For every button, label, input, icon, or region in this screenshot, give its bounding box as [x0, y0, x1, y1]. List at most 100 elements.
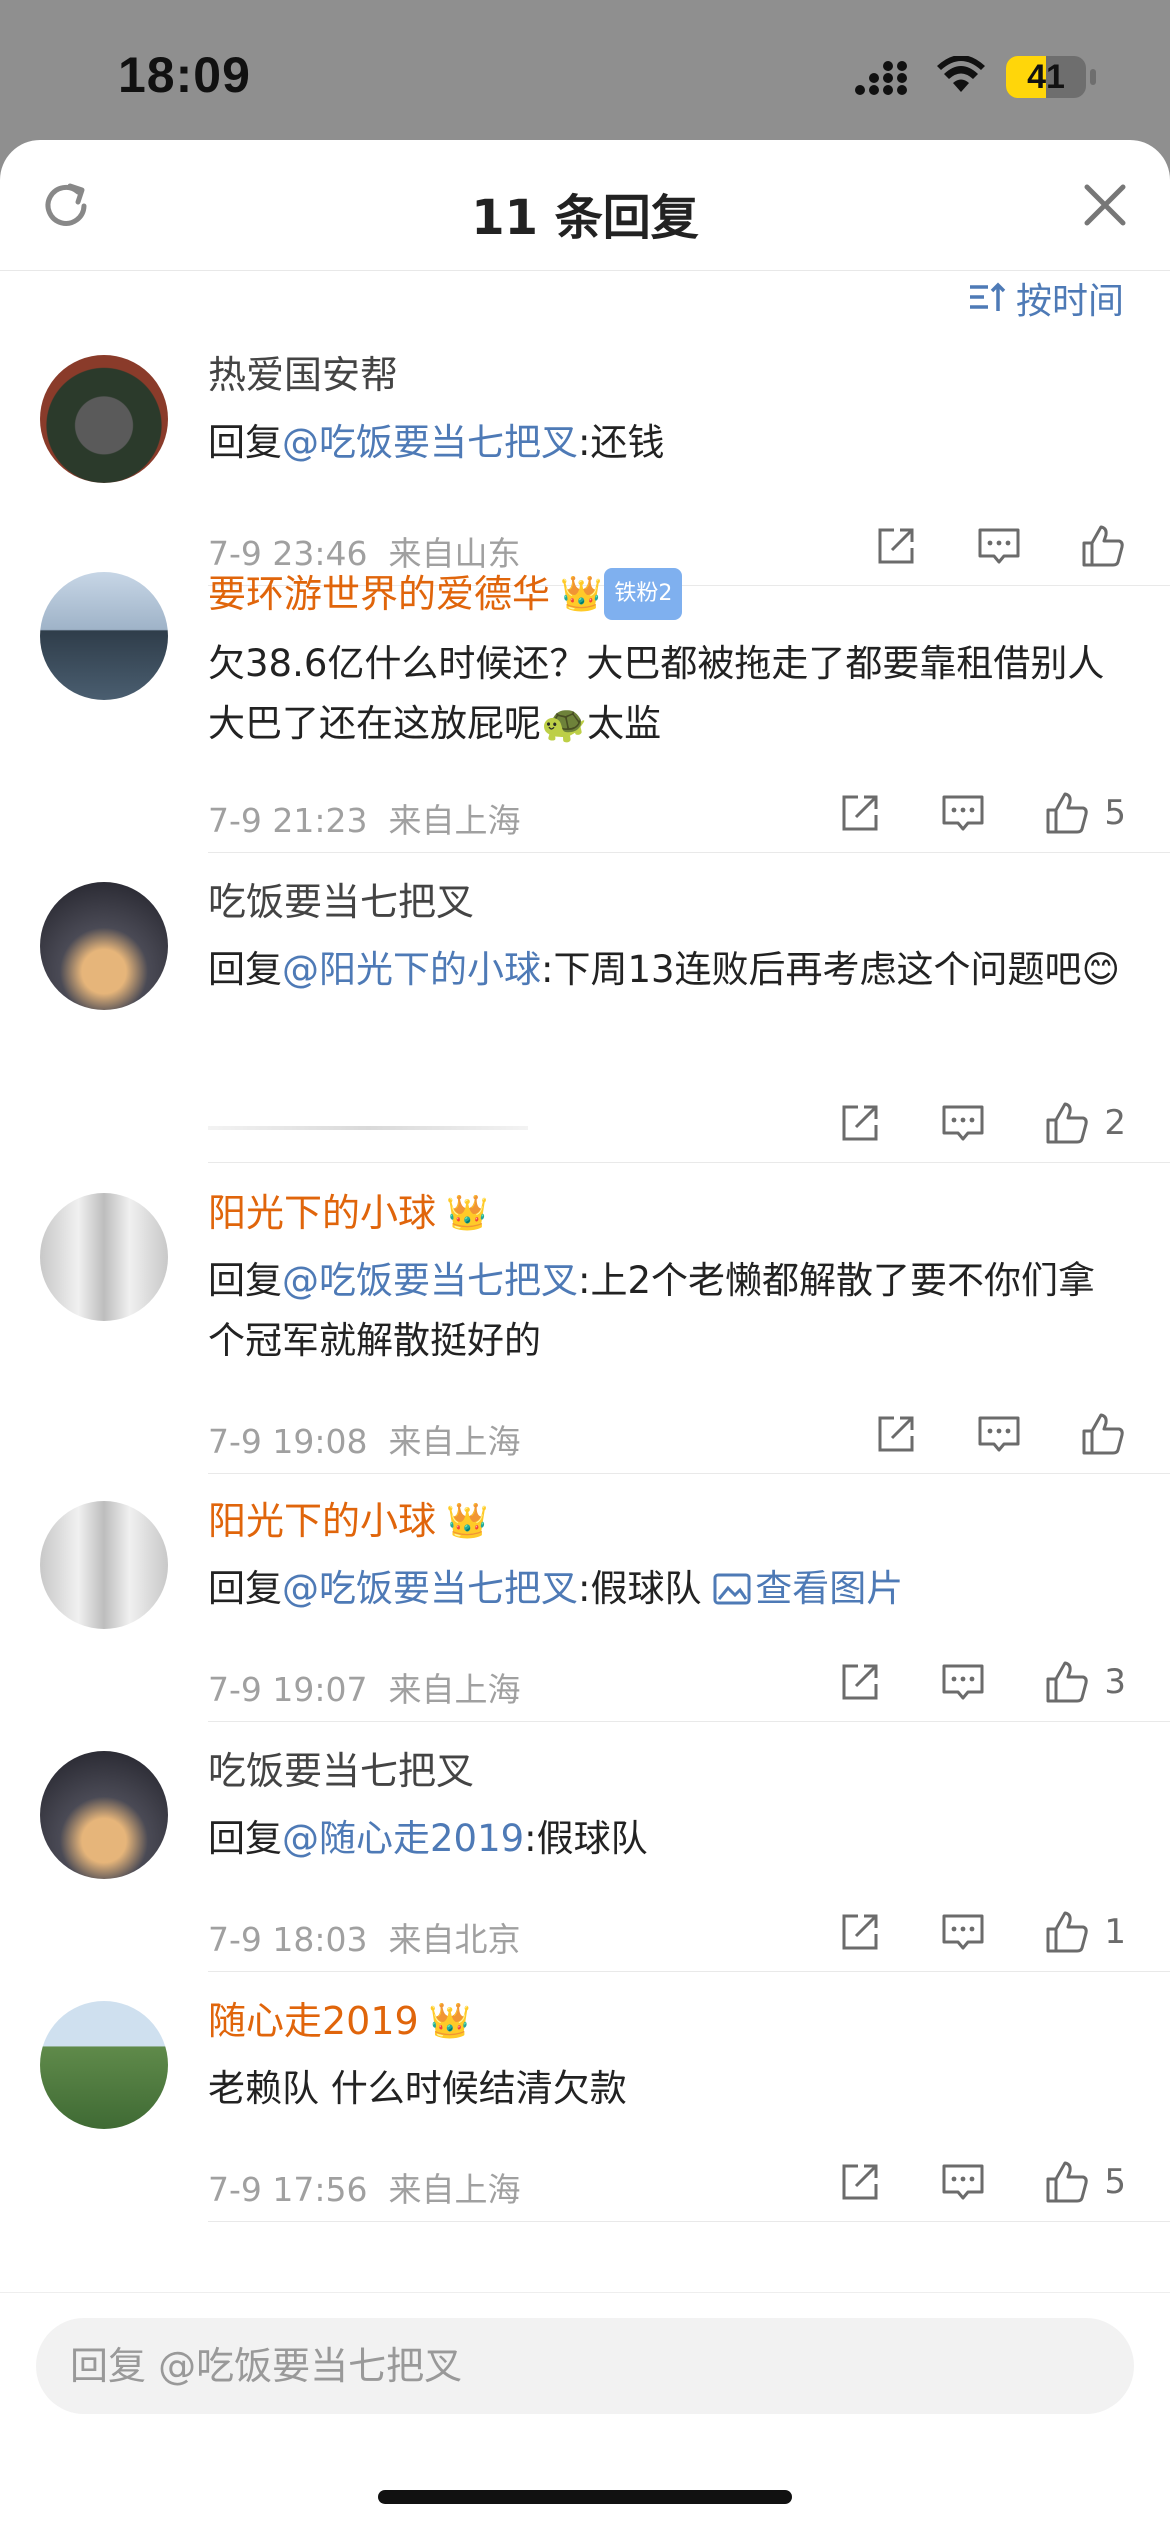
like-button[interactable]: 3 — [1044, 1659, 1126, 1705]
like-button[interactable]: 5 — [1044, 790, 1126, 836]
share-icon — [842, 1105, 878, 1141]
comment-button[interactable] — [940, 1910, 986, 1954]
reply-location: 来自上海 — [388, 801, 521, 840]
avatar[interactable] — [40, 2001, 168, 2129]
avatar[interactable] — [40, 882, 168, 1010]
share-icon — [878, 528, 914, 564]
reply-input[interactable]: 回复 @吃饭要当七把叉 — [36, 2318, 1134, 2414]
like-count: 5 — [1104, 793, 1126, 833]
like-button[interactable]: 1 — [1044, 1909, 1126, 1955]
reply-meta: 7-9 18:03 来自北京 — [208, 1913, 520, 1961]
share-button[interactable] — [874, 1412, 918, 1456]
share-button[interactable] — [838, 2160, 882, 2204]
mention-link[interactable]: @随心走2019 — [282, 1817, 524, 1860]
reply-time: 7-9 18:03 — [208, 1920, 368, 1959]
avatar[interactable] — [40, 1193, 168, 1321]
vip-crown-icon: 👑 — [446, 1501, 489, 1541]
like-count: 3 — [1104, 1662, 1126, 1702]
comment-button[interactable] — [976, 524, 1022, 568]
username[interactable]: 热爱国安帮 — [208, 351, 1130, 399]
like-button[interactable] — [1080, 523, 1126, 569]
share-icon — [842, 1914, 878, 1950]
username[interactable]: 吃饭要当七把叉 — [208, 878, 1130, 926]
reply-divider — [208, 2221, 1170, 2222]
reply-actions — [816, 523, 1126, 569]
username[interactable]: 要环游世界的爱德华 👑 铁粉2 — [208, 568, 1130, 620]
share-button[interactable] — [838, 1101, 882, 1145]
username-label: 随心走2019 — [208, 1999, 419, 2043]
mention-link[interactable]: @吃饭要当七把叉 — [282, 1259, 578, 1302]
avatar[interactable] — [40, 1751, 168, 1879]
comment-button[interactable] — [940, 1660, 986, 1704]
share-button[interactable] — [838, 791, 882, 835]
share-icon — [842, 1664, 878, 1700]
view-image-link[interactable]: 查看图片 — [713, 1567, 903, 1610]
status-time: 18:09 — [118, 47, 251, 103]
thumbs-up-icon — [1046, 1911, 1089, 1953]
reply-divider — [208, 1162, 1170, 1163]
vip-crown-icon: 👑 — [560, 574, 603, 614]
comment-icon — [942, 1664, 984, 1700]
reply-actions: 5 — [780, 2159, 1126, 2205]
reply-prefix: 回复 — [208, 1259, 282, 1302]
username-label: 要环游世界的爱德华 — [208, 572, 551, 616]
comment-icon — [942, 1105, 984, 1141]
reply-meta: 7-9 19:07 来自上海 — [208, 1663, 520, 1711]
comment-button[interactable] — [940, 2160, 986, 2204]
reply-body: :假球队 — [524, 1817, 648, 1860]
reply-divider — [208, 852, 1170, 853]
wifi-icon — [937, 56, 985, 92]
reply-prefix: 回复 — [208, 1817, 282, 1860]
username[interactable]: 阳光下的小球 👑 — [208, 1189, 1130, 1237]
like-button[interactable]: 5 — [1044, 2159, 1126, 2205]
reply-body: 老赖队 什么时候结清欠款 — [208, 2067, 627, 2110]
avatar[interactable] — [40, 572, 168, 700]
comment-button[interactable] — [940, 1101, 986, 1145]
username[interactable]: 阳光下的小球 👑 — [208, 1497, 1130, 1545]
mention-link[interactable]: @阳光下的小球 — [282, 948, 541, 991]
reply-actions: 2 — [780, 1100, 1126, 1146]
like-count: 2 — [1104, 1103, 1126, 1143]
mention-link[interactable]: @吃饭要当七把叉 — [282, 1567, 578, 1610]
comment-icon — [978, 528, 1020, 564]
comment-button[interactable] — [940, 791, 986, 835]
reply-meta: 7-9 19:08 来自上海 — [208, 1415, 520, 1463]
username-label: 吃饭要当七把叉 — [208, 880, 475, 924]
share-icon — [842, 2164, 878, 2200]
comment-icon — [942, 795, 984, 831]
reply-divider — [208, 1971, 1170, 1972]
share-button[interactable] — [838, 1660, 882, 1704]
thumbs-up-icon — [1082, 525, 1124, 567]
username[interactable]: 吃饭要当七把叉 — [208, 1747, 1130, 1795]
username-label: 吃饭要当七把叉 — [208, 1749, 475, 1793]
share-button[interactable] — [838, 1910, 882, 1954]
sort-by-time-button[interactable]: 按时间 — [968, 272, 1124, 324]
like-button[interactable] — [1080, 1411, 1126, 1457]
avatar[interactable] — [40, 355, 168, 483]
mention-link[interactable]: @吃饭要当七把叉 — [282, 421, 578, 464]
close-icon[interactable] — [1082, 182, 1128, 228]
home-indicator[interactable] — [378, 2490, 792, 2504]
hidden-meta-bar — [208, 1126, 528, 1130]
page-title: 11 条回复 — [471, 190, 699, 246]
like-count: 5 — [1104, 2162, 1126, 2202]
like-count: 1 — [1104, 1912, 1126, 1952]
avatar[interactable] — [40, 1501, 168, 1629]
like-button[interactable]: 2 — [1044, 1100, 1126, 1146]
thumbs-up-icon — [1046, 792, 1089, 834]
comment-button[interactable] — [976, 1412, 1022, 1456]
reply-prefix: 回复 — [208, 948, 282, 991]
reply-prefix: 回复 — [208, 1567, 282, 1610]
reply-actions — [816, 1411, 1126, 1457]
thumbs-up-icon — [1046, 1102, 1089, 1144]
sort-icon — [969, 282, 1006, 311]
share-button[interactable] — [874, 524, 918, 568]
username[interactable]: 随心走2019 👑 — [208, 1997, 1130, 2045]
reply-text: 回复@吃饭要当七把叉:还钱 — [208, 413, 1130, 473]
reply-location: 来自上海 — [388, 2170, 521, 2209]
reply-time: 7-9 17:56 — [208, 2170, 368, 2209]
reply-time: 7-9 21:23 — [208, 801, 368, 840]
reply-body: :下周13连败后再考虑这个问题吧😊 — [541, 948, 1121, 991]
reply-divider — [208, 1721, 1170, 1722]
battery-indicator: 41 — [1006, 56, 1086, 98]
